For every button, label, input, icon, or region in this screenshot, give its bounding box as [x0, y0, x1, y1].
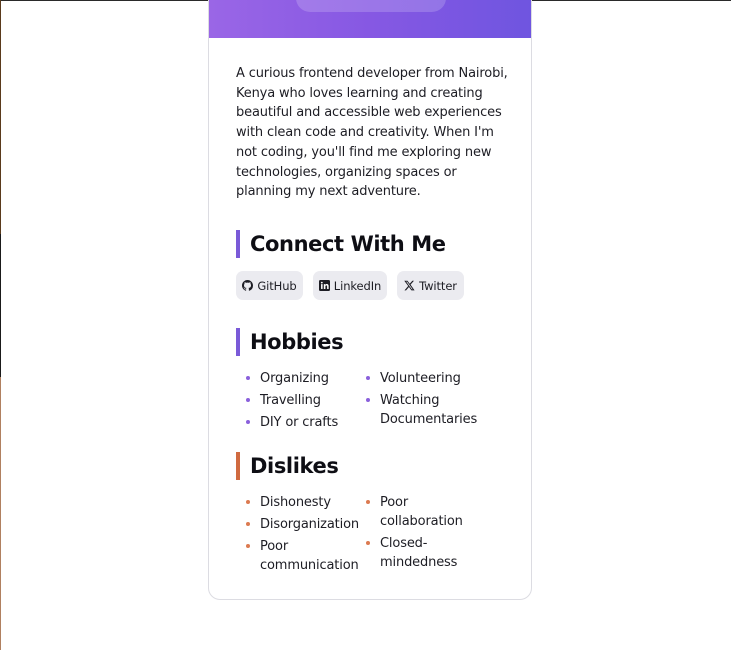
window-edge — [0, 0, 1, 650]
profile-bio: A curious frontend developer from Nairob… — [236, 66, 508, 200]
github-icon — [242, 280, 254, 291]
bullet-icon — [366, 398, 370, 402]
hobbies-heading: Hobbies — [236, 328, 344, 356]
twitter-label: Twitter — [419, 278, 457, 293]
list-item: Closed-mindedness — [361, 534, 471, 572]
list-item: Travelling — [241, 391, 351, 410]
list-item: Organizing — [241, 369, 351, 388]
list-item: Disorganization — [241, 515, 359, 534]
list-item: DIY or crafts — [241, 413, 351, 432]
profile-banner — [209, 0, 531, 38]
linkedin-label: LinkedIn — [333, 278, 382, 293]
dislikes-list-left: Dishonesty Disorganization Poor communic… — [241, 493, 359, 578]
bullet-icon — [246, 544, 250, 548]
connect-heading: Connect With Me — [236, 230, 446, 258]
bullet-icon — [246, 522, 250, 526]
hobbies-list-left: Organizing Travelling DIY or crafts — [241, 369, 351, 435]
list-item: Poor collaboration — [361, 493, 471, 531]
profile-card: A curious frontend developer from Nairob… — [208, 0, 532, 600]
list-item: Volunteering — [361, 369, 481, 388]
bullet-icon — [246, 376, 250, 380]
hobbies-list-right: Volunteering Watching Documentaries — [361, 369, 481, 432]
list-item: Watching Documentaries — [361, 391, 481, 429]
dislikes-list-right: Poor collaboration Closed-mindedness — [361, 493, 471, 575]
github-label: GitHub — [257, 278, 297, 293]
bullet-icon — [366, 376, 370, 380]
bullet-icon — [246, 420, 250, 424]
bullet-icon — [366, 541, 370, 545]
x-icon — [404, 280, 415, 291]
twitter-link-button[interactable]: Twitter — [397, 271, 464, 300]
avatar-placeholder — [296, 0, 446, 12]
bullet-icon — [246, 500, 250, 504]
bullet-icon — [246, 398, 250, 402]
list-item: Poor communication — [241, 537, 359, 575]
list-item: Dishonesty — [241, 493, 356, 512]
linkedin-link-button[interactable]: LinkedIn — [313, 271, 387, 300]
github-link-button[interactable]: GitHub — [236, 271, 303, 300]
linkedin-icon — [318, 280, 330, 291]
dislikes-heading: Dislikes — [236, 452, 339, 480]
bullet-icon — [366, 500, 370, 504]
